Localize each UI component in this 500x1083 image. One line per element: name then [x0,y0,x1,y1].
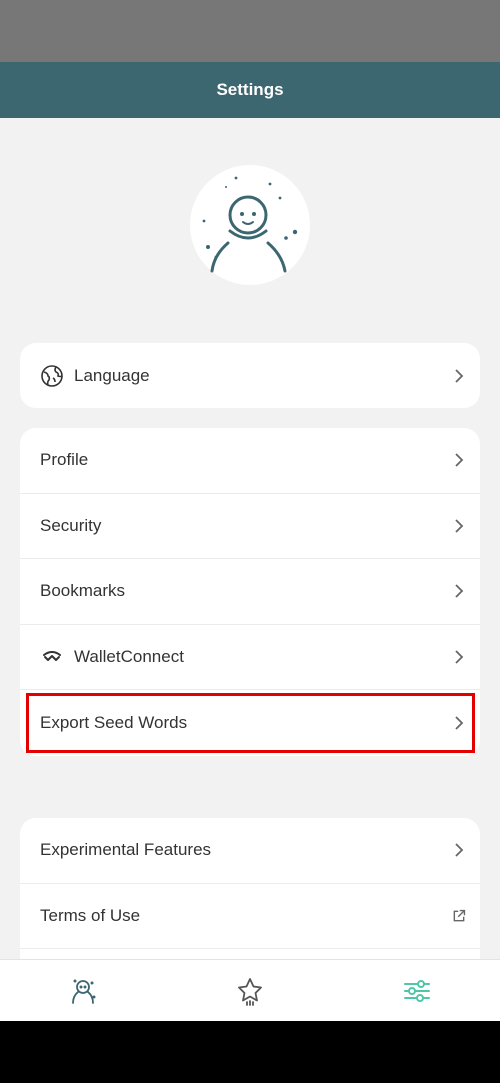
experimental-features-label: Experimental Features [40,840,212,860]
walletconnect-icon [40,645,64,669]
list-item[interactable] [20,949,480,959]
avatar-illustration [202,176,298,273]
security-row[interactable]: Security [20,494,480,559]
language-row[interactable]: Language [20,343,480,408]
tab-favorites[interactable] [220,966,280,1016]
bookmarks-row[interactable]: Bookmarks [20,559,480,625]
chevron-right-icon [452,716,466,730]
profile-row[interactable]: Profile [20,428,480,494]
language-card: Language [20,343,480,408]
experimental-features-row[interactable]: Experimental Features [20,818,480,884]
status-bar [0,0,500,62]
chevron-right-icon [452,843,466,857]
walletconnect-label: WalletConnect [74,646,184,666]
avatar[interactable] [190,165,310,285]
chevron-right-icon [452,650,466,664]
more-settings-card: Experimental Features Terms of Use [20,818,480,959]
page-title: Settings [216,80,284,99]
terms-of-use-label: Terms of Use [40,905,141,925]
chevron-right-icon [452,519,466,533]
export-seed-words-label: Export Seed Words [40,712,188,732]
terms-of-use-row[interactable]: Terms of Use [20,884,480,949]
bookmarks-label: Bookmarks [40,581,126,601]
star-tab-icon [238,977,262,1006]
tab-settings[interactable] [387,966,447,1016]
chevron-right-icon [452,584,466,598]
walletconnect-row[interactable]: WalletConnect [20,625,480,690]
profile-label: Profile [40,450,89,470]
external-link-icon [452,909,466,923]
chevron-right-icon [452,368,466,383]
tab-profile[interactable] [53,966,113,1016]
bottom-tab-bar [0,959,500,1021]
export-seed-words-row[interactable]: Export Seed Words [20,690,480,756]
globe-icon [40,364,64,388]
chevron-right-icon [452,453,466,467]
language-label: Language [74,365,150,385]
sliders-tab-icon [403,979,430,1002]
settings-card: Profile Security Bookmarks WalletConnect… [20,428,480,756]
settings-content[interactable]: Language Profile Security Bookmarks Wall… [0,118,500,959]
app-header: Settings [0,62,500,118]
system-navigation-bar [0,1021,500,1083]
user-tab-icon [72,979,96,1004]
security-label: Security [40,515,102,535]
